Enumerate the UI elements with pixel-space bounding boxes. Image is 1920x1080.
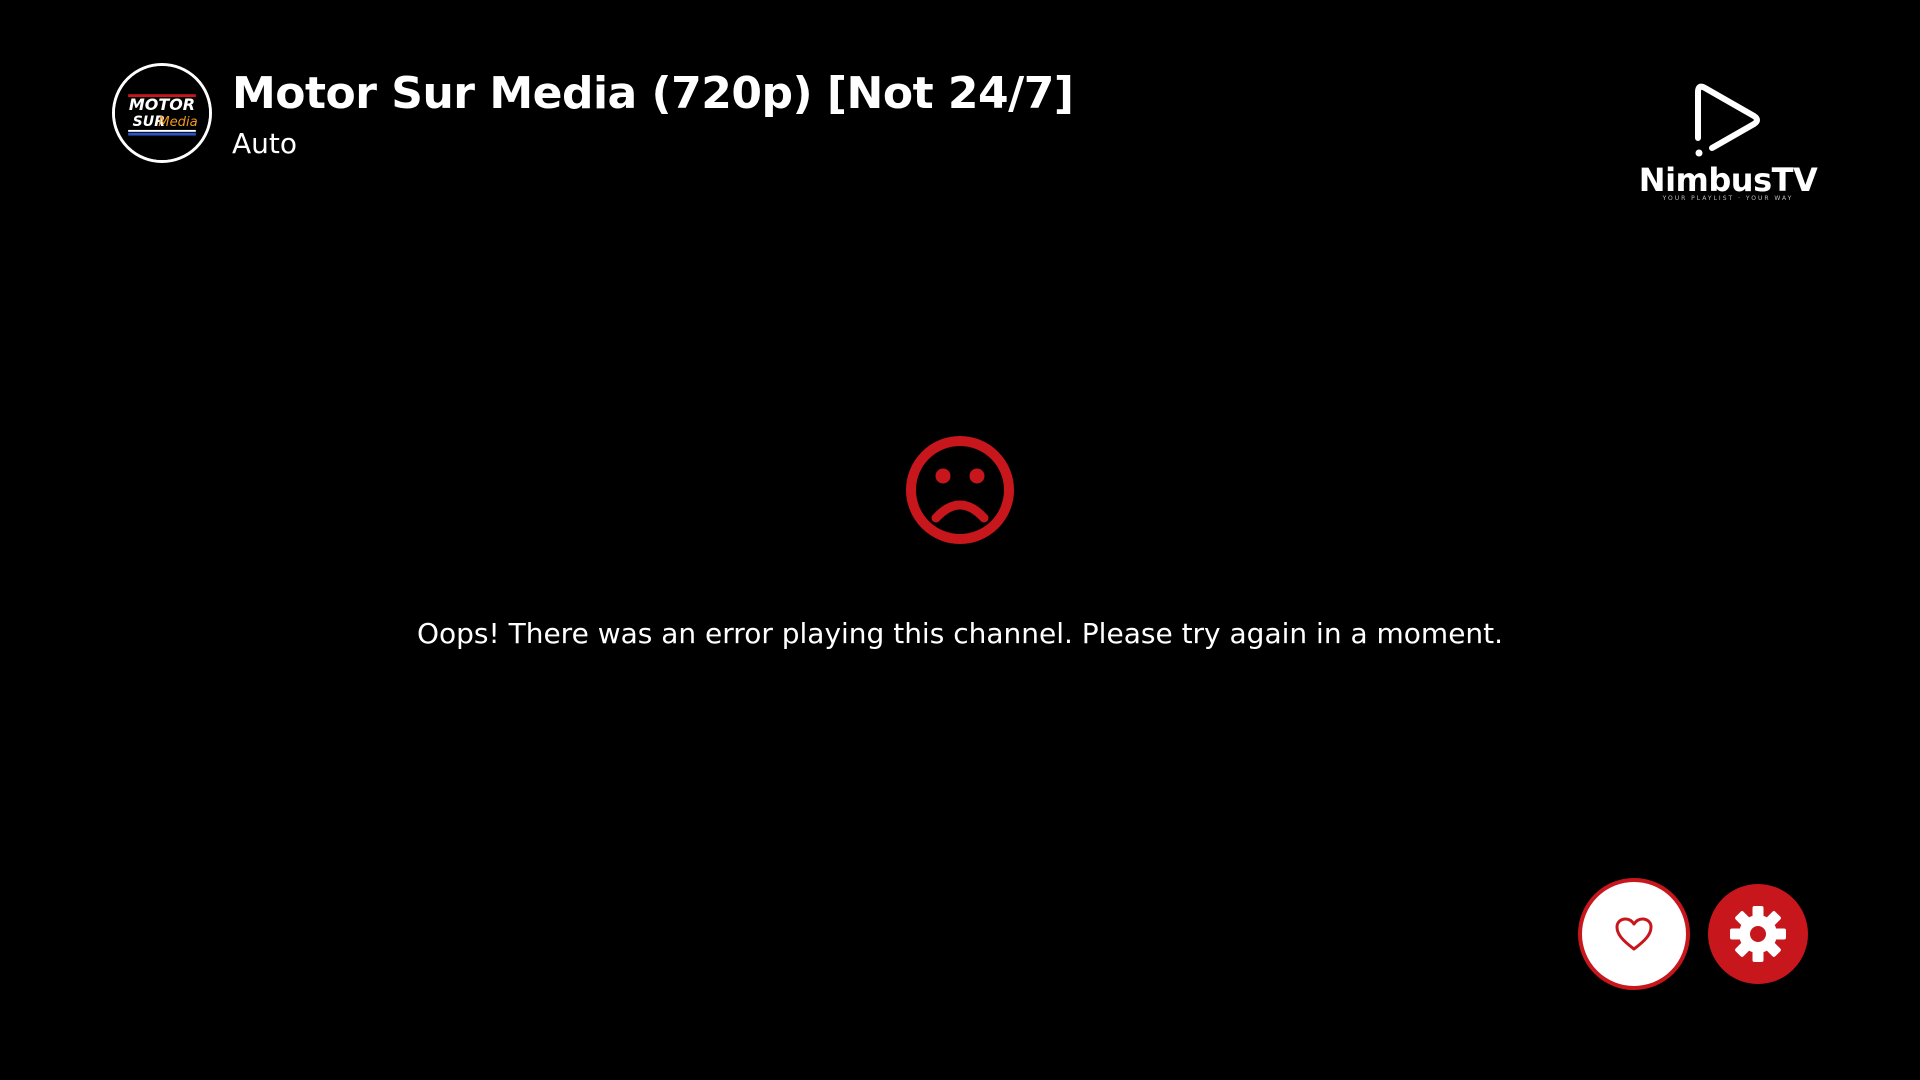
gear-icon [1730,906,1786,962]
player-screen: MOTOR SUR Media Motor Sur Media (720p) [… [0,0,1920,1080]
brand-logo: NimbusTV YOUR PLAYLIST · YOUR WAY [1636,80,1820,210]
brand-tagline: YOUR PLAYLIST · YOUR WAY [1662,195,1794,202]
play-outline-icon [1695,83,1760,157]
channel-logo-image: MOTOR SUR Media [115,66,209,160]
channel-logo-line1: MOTOR [129,95,195,114]
settings-button[interactable] [1708,884,1808,984]
brand-name: NimbusTV [1638,161,1818,199]
heart-outline-icon [1615,917,1653,951]
sad-face-icon [906,436,1014,544]
favorite-button[interactable] [1578,878,1690,990]
channel-category: Auto [232,127,298,160]
channel-logo-line2b: Media [158,115,198,130]
channel-logo: MOTOR SUR Media [112,63,212,163]
channel-title: Motor Sur Media (720p) [Not 24/7] [232,68,1074,119]
error-message: Oops! There was an error playing this ch… [416,617,1504,650]
